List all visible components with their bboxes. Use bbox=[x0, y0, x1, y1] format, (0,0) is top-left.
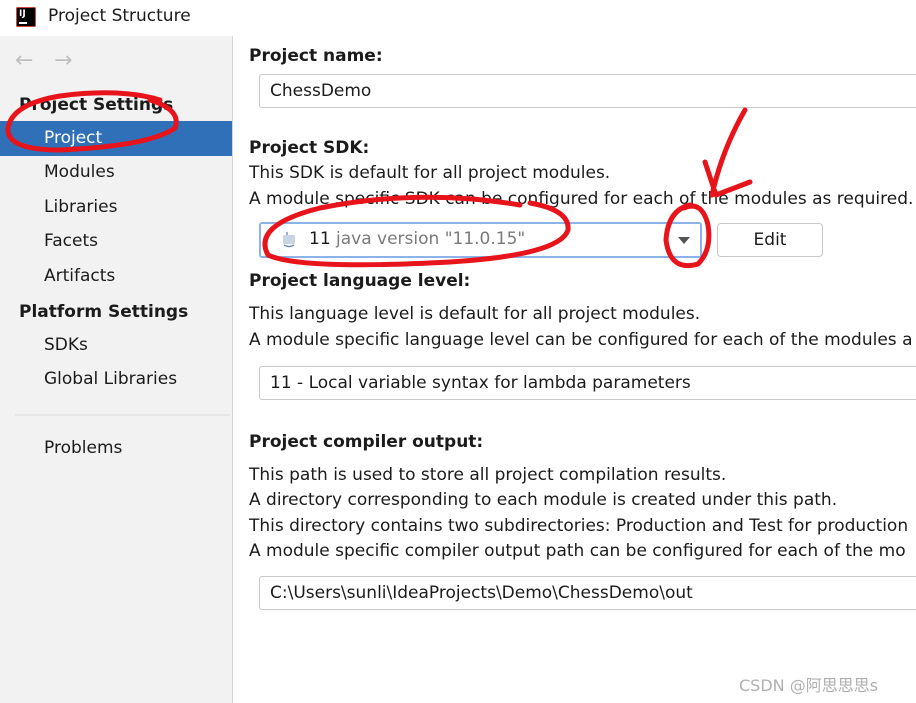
sidebar-item-facets[interactable]: Facets bbox=[0, 224, 232, 259]
sidebar-item-label: SDKs bbox=[44, 335, 88, 355]
sidebar-separator bbox=[15, 414, 230, 416]
watermark: CSDN @阿思思思s bbox=[739, 676, 879, 695]
title-bar: IJ Project Structure bbox=[0, 0, 916, 36]
java-sdk-icon bbox=[283, 232, 295, 248]
project-sdk-desc-1: This SDK is default for all project modu… bbox=[249, 163, 611, 183]
compiler-output-desc-1: This path is used to store all project c… bbox=[249, 465, 727, 485]
sidebar-item-global-libraries[interactable]: Global Libraries bbox=[0, 362, 232, 397]
language-level-desc-1: This language level is default for all p… bbox=[249, 304, 701, 324]
compiler-output-heading: Project compiler output: bbox=[249, 432, 484, 452]
sdk-version: 11 bbox=[309, 229, 331, 249]
sidebar-item-sdks[interactable]: SDKs bbox=[0, 328, 232, 363]
project-name-input[interactable]: ChessDemo bbox=[259, 74, 916, 108]
language-level-desc-2: A module specific language level can be … bbox=[249, 330, 913, 350]
sidebar-item-libraries[interactable]: Libraries bbox=[0, 190, 232, 225]
project-name-value: ChessDemo bbox=[270, 81, 372, 101]
back-arrow-icon[interactable]: ← bbox=[15, 48, 33, 73]
forward-arrow-icon[interactable]: → bbox=[54, 48, 72, 73]
compiler-output-desc-3: This directory contains two subdirectori… bbox=[249, 516, 909, 536]
project-sdk-heading: Project SDK: bbox=[249, 138, 370, 158]
language-level-heading: Project language level: bbox=[249, 271, 471, 291]
project-settings-heading: Project Settings bbox=[19, 95, 174, 115]
project-sdk-desc-2: A module specific SDK can be configured … bbox=[249, 189, 914, 209]
sidebar-item-modules[interactable]: Modules bbox=[0, 155, 232, 190]
sidebar-item-label: Project bbox=[44, 128, 103, 148]
language-level-dropdown[interactable]: 11 - Local variable syntax for lambda pa… bbox=[259, 366, 916, 400]
sidebar-item-problems[interactable]: Problems bbox=[0, 431, 232, 466]
sidebar-item-project[interactable]: Project bbox=[0, 121, 232, 156]
edit-sdk-button[interactable]: Edit bbox=[717, 223, 823, 257]
sidebar-divider bbox=[232, 36, 233, 703]
language-level-value: 11 - Local variable syntax for lambda pa… bbox=[270, 373, 691, 393]
sidebar-item-label: Facets bbox=[44, 231, 98, 251]
sidebar-item-label: Modules bbox=[44, 162, 115, 182]
sidebar-item-artifacts[interactable]: Artifacts bbox=[0, 259, 232, 294]
intellij-idea-icon: IJ bbox=[14, 5, 38, 29]
sidebar-item-label: Global Libraries bbox=[44, 369, 178, 389]
sidebar-item-label: Problems bbox=[44, 438, 123, 458]
project-sdk-dropdown[interactable]: 11 java version "11.0.15" bbox=[259, 222, 702, 258]
sidebar-item-label: Artifacts bbox=[44, 266, 116, 286]
compiler-output-value: C:\Users\sunli\IdeaProjects\Demo\ChessDe… bbox=[270, 583, 693, 603]
window-title: Project Structure bbox=[48, 6, 191, 26]
chevron-down-icon[interactable] bbox=[678, 237, 690, 244]
platform-settings-heading: Platform Settings bbox=[19, 302, 189, 322]
compiler-output-desc-2: A directory corresponding to each module… bbox=[249, 490, 838, 510]
sdk-detail: java version "11.0.15" bbox=[336, 229, 526, 249]
compiler-output-desc-4: A module specific compiler output path c… bbox=[249, 541, 906, 561]
compiler-output-input[interactable]: C:\Users\sunli\IdeaProjects\Demo\ChessDe… bbox=[259, 576, 916, 610]
project-name-heading: Project name: bbox=[249, 46, 383, 66]
sidebar-item-label: Libraries bbox=[44, 197, 118, 217]
